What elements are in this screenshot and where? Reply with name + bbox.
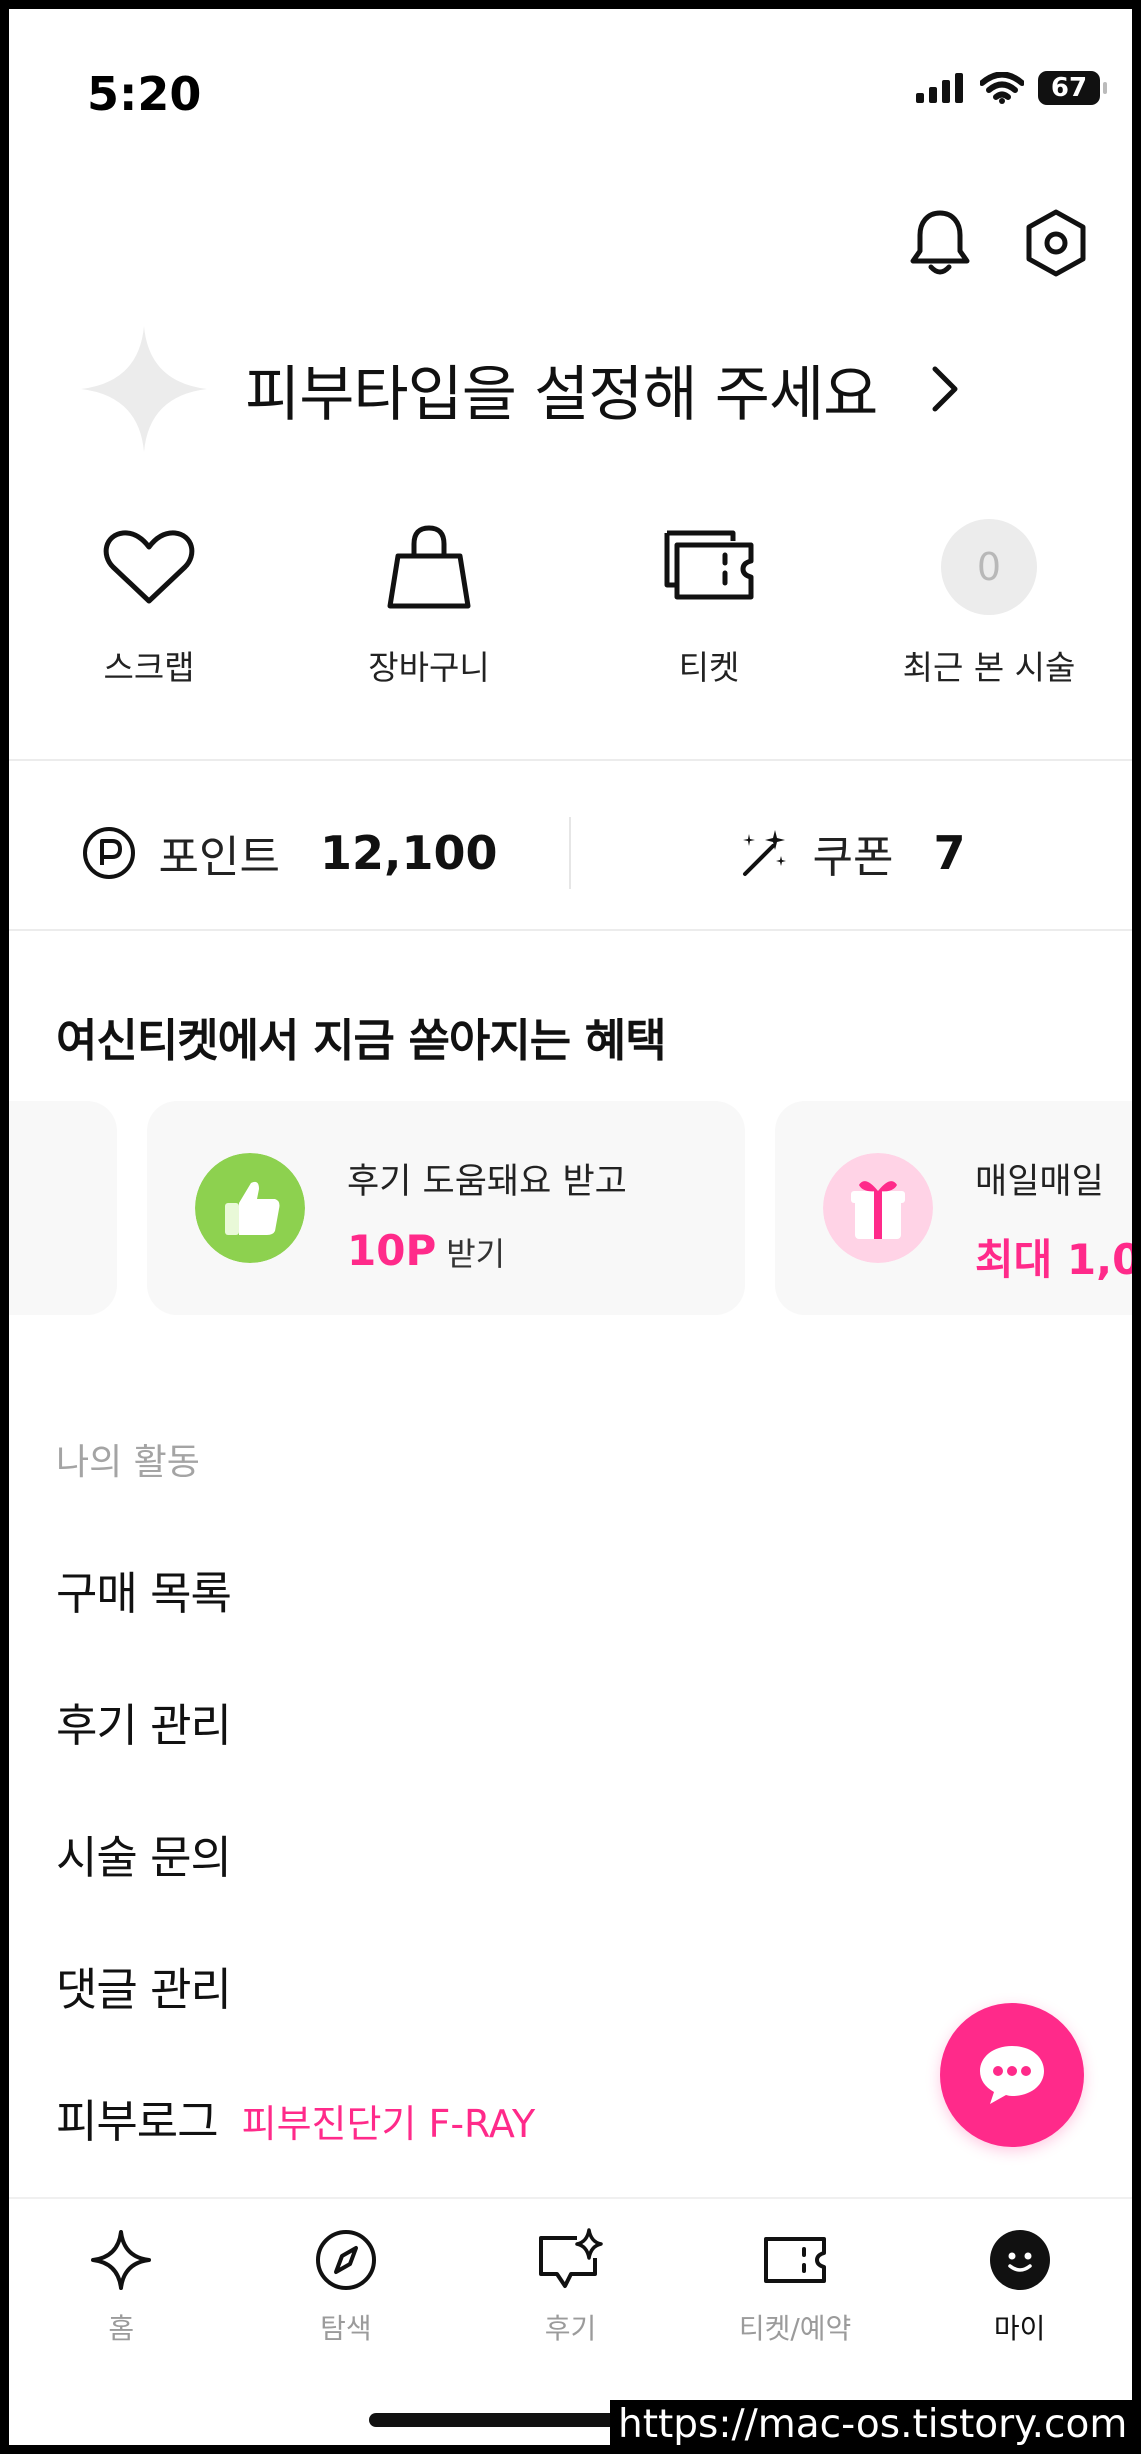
chat-bubble-icon	[980, 2046, 1044, 2104]
benefit-card-highlight: 10P	[347, 1226, 437, 1275]
quick-menu: 스크랩 장바구니 티켓 0 최근 본 시술	[9, 507, 1132, 697]
quick-item-label: 최근 본 시술	[902, 648, 1076, 687]
wifi-icon	[980, 72, 1024, 104]
magic-wand-icon	[742, 830, 786, 876]
chevron-right-icon	[932, 366, 958, 412]
menu-item-label: 댓글 관리	[56, 1963, 232, 2016]
skin-type-prompt-text: 피부타입을 설정해 주세요	[245, 359, 878, 430]
quick-item-ticket[interactable]: 티켓	[569, 507, 849, 697]
chat-button[interactable]	[940, 2003, 1084, 2147]
notification-bell-icon[interactable]	[904, 207, 976, 279]
quick-item-cart[interactable]: 장바구니	[289, 507, 569, 697]
benefit-carousel[interactable]: 후기 도움돼요 받고 10P 받기 매일매일 최대 1,0	[9, 1101, 1132, 1323]
menu-item-comments[interactable]: 댓글 관리	[56, 1953, 232, 2018]
ticket-icon	[764, 2237, 827, 2283]
menu-item-skin-log[interactable]: 피부로그 피부진단기 F-RAY	[56, 2085, 535, 2150]
tab-reviews[interactable]: 후기	[458, 2199, 683, 2389]
points-label: 포인트	[158, 832, 280, 883]
tab-ticket-reservation[interactable]: 티켓/예약	[683, 2199, 908, 2389]
tab-label: 마이	[993, 2312, 1046, 2345]
menu-item-reviews[interactable]: 후기 관리	[56, 1689, 232, 1754]
sparkle-icon	[91, 2230, 152, 2290]
settings-gear-icon[interactable]	[1020, 207, 1092, 279]
menu-item-label: 구매 목록	[56, 1567, 232, 1620]
point-coin-icon	[82, 827, 135, 879]
tab-explore[interactable]: 탐색	[234, 2199, 459, 2389]
status-icons: 67	[916, 71, 1107, 105]
tab-label: 탐색	[320, 2312, 372, 2345]
points-value: 12,100	[319, 826, 498, 880]
bottom-tab-bar: 홈 탐색 후기 티켓/예약 마이	[9, 2197, 1132, 2389]
heart-icon	[103, 530, 195, 604]
benefit-card-title: 후기 도움돼요 받고	[347, 1162, 627, 1202]
compass-icon	[315, 2230, 376, 2290]
menu-item-label: 후기 관리	[56, 1699, 232, 1752]
screen: 5:20 67 피부타입을 설정해 주세요 스크랩 장바구니 티켓 0 최근 본…	[9, 9, 1132, 2445]
coupon-value: 7	[933, 826, 966, 880]
tab-my[interactable]: 마이	[907, 2199, 1132, 2389]
menu-item-inquiry[interactable]: 시술 문의	[56, 1821, 232, 1886]
menu-item-purchases[interactable]: 구매 목록	[56, 1557, 232, 1622]
quick-item-scrap[interactable]: 스크랩	[9, 507, 289, 697]
tab-home[interactable]: 홈	[9, 2199, 234, 2389]
coupon-label: 쿠폰	[812, 832, 894, 883]
tab-label: 티켓/예약	[738, 2312, 852, 2345]
points-coupon-row: 포인트 12,100 쿠폰 7	[9, 769, 1132, 937]
gift-icon	[823, 1153, 933, 1263]
thumbs-up-icon	[195, 1153, 305, 1263]
activity-section-label: 나의 활동	[56, 1442, 200, 1483]
benefit-card-highlight: 최대 1,0	[975, 1235, 1132, 1284]
benefit-card-partial[interactable]	[9, 1101, 117, 1315]
profile-smile-icon	[989, 2230, 1050, 2290]
ticket-icon	[664, 530, 754, 600]
review-icon	[539, 2228, 604, 2288]
battery-indicator: 67	[1038, 71, 1107, 105]
menu-item-label: 피부로그	[56, 2095, 219, 2148]
benefits-title: 여신티켓에서 지금 쏟아지는 혜택	[56, 1014, 667, 1067]
tab-label: 후기	[544, 2312, 597, 2345]
quick-item-label: 장바구니	[368, 648, 490, 687]
cellular-signal-icon	[916, 73, 963, 103]
tab-label: 홈	[108, 2312, 135, 2345]
quick-item-label: 스크랩	[103, 648, 195, 687]
quick-item-recent[interactable]: 0 최근 본 시술	[849, 507, 1129, 697]
menu-item-label: 시술 문의	[56, 1831, 232, 1884]
quick-item-label: 티켓	[678, 648, 740, 687]
coupon-summary[interactable]: 쿠폰 7	[571, 821, 1131, 885]
top-actions	[904, 207, 1092, 279]
shopping-bag-icon	[387, 525, 471, 609]
status-time: 5:20	[87, 67, 202, 121]
benefit-card[interactable]: 후기 도움돼요 받고 10P 받기	[147, 1101, 745, 1315]
status-bar: 5:20 67	[9, 9, 1132, 169]
benefit-card-suffix: 받기	[446, 1235, 506, 1273]
benefit-card-title: 매일매일	[975, 1162, 1104, 1202]
divider	[9, 929, 1132, 931]
sparkle-avatar-icon	[81, 326, 207, 452]
recent-count-badge: 0	[941, 519, 1037, 615]
points-summary[interactable]: 포인트 12,100	[9, 821, 569, 885]
watermark-text: https://mac-os.tistory.com	[610, 2400, 1136, 2450]
divider	[9, 759, 1132, 761]
benefit-card[interactable]: 매일매일 최대 1,0	[775, 1101, 1132, 1315]
skin-log-tag: 피부진단기 F-RAY	[241, 2102, 536, 2146]
skin-type-prompt[interactable]: 피부타입을 설정해 주세요	[79, 319, 1079, 459]
